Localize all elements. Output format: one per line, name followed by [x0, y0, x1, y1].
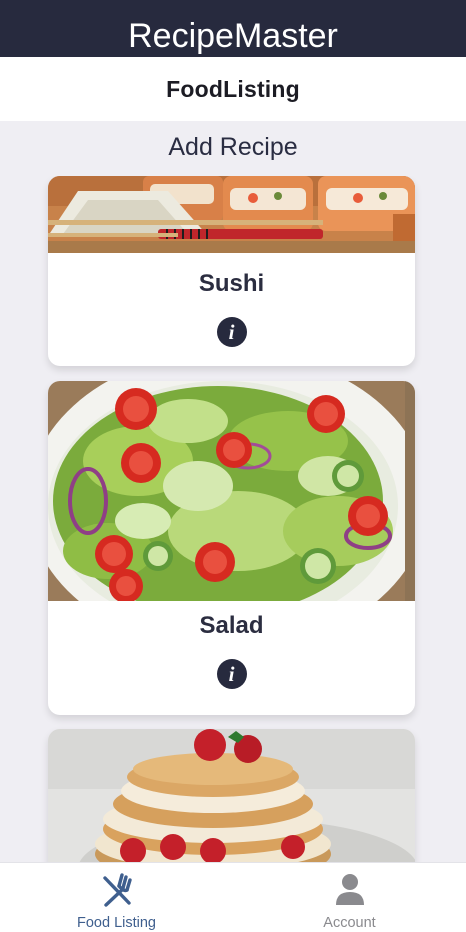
recipe-card-sushi[interactable]: Sushi i: [48, 176, 415, 366]
nav-bar: FoodListing: [0, 57, 466, 121]
add-recipe-button[interactable]: Add Recipe: [0, 133, 466, 162]
recipe-image-pancakes[interactable]: [48, 729, 415, 862]
tab-account[interactable]: Account: [233, 863, 466, 932]
salad-photo: [48, 381, 415, 601]
person-icon: [335, 874, 364, 905]
recipe-card-salad[interactable]: Salad i: [48, 381, 415, 715]
app-title: RecipeMaster: [128, 17, 338, 55]
recipe-list[interactable]: Sushi i Salad i: [0, 176, 466, 862]
fork-knife-icon: [102, 873, 132, 907]
recipe-card-pancakes[interactable]: [48, 729, 415, 862]
pancakes-photo: [48, 729, 415, 862]
page-title: FoodListing: [166, 75, 300, 102]
sushi-photo: [48, 176, 415, 253]
app-header: RecipeMaster: [0, 0, 466, 57]
tab-label: Food Listing: [77, 915, 156, 931]
tab-label: Account: [323, 915, 376, 931]
recipe-image-sushi[interactable]: [48, 176, 415, 253]
tab-food-listing[interactable]: Food Listing: [0, 863, 233, 932]
tab-bar: Food Listing Account: [0, 862, 466, 932]
info-icon[interactable]: i: [216, 317, 247, 347]
info-icon[interactable]: i: [216, 659, 247, 689]
recipe-name: Salad: [199, 612, 264, 639]
recipe-image-salad[interactable]: [48, 381, 415, 601]
recipe-name: Sushi: [198, 270, 265, 297]
